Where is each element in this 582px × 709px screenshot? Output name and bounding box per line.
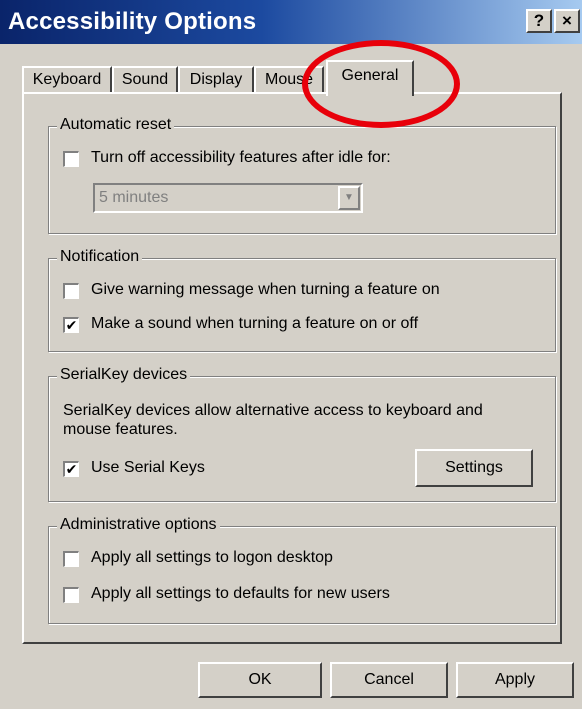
help-button[interactable]: ? [526,9,552,33]
sound-label: Make a sound when turning a feature on o… [91,315,419,332]
chevron-down-icon: ▼ [338,186,360,210]
sound-checkbox[interactable]: ✔ [63,317,79,333]
accessibility-options-dialog: Accessibility Options ? × Keyboard Sound… [0,0,582,709]
cancel-button[interactable]: Cancel [330,662,448,698]
tab-sound[interactable]: Sound [112,66,178,94]
administrative-options-group: Administrative options Apply all setting… [48,516,556,624]
settings-button[interactable]: Settings [415,449,533,487]
automatic-reset-legend: Automatic reset [57,116,175,134]
turn-off-label: Turn off accessibility features after id… [91,149,391,166]
tab-keyboard[interactable]: Keyboard [22,66,112,94]
logon-desktop-label: Apply all settings to logon desktop [91,549,333,566]
tab-mouse[interactable]: Mouse [254,66,324,94]
automatic-reset-group: Automatic reset Turn off accessibility f… [48,116,556,234]
administrative-options-legend: Administrative options [57,516,220,534]
idle-time-value: 5 minutes [99,189,169,206]
ok-button[interactable]: OK [198,662,322,698]
window-title: Accessibility Options [8,8,257,35]
tab-general[interactable]: General [326,60,414,96]
new-users-label: Apply all settings to defaults for new u… [91,585,390,602]
new-users-checkbox[interactable] [63,587,79,603]
serialkey-group: SerialKey devices SerialKey devices allo… [48,366,556,502]
serialkey-legend: SerialKey devices [57,366,191,384]
serialkey-description: SerialKey devices allow alternative acce… [63,402,483,438]
idle-time-select: 5 minutes ▼ [93,183,363,213]
logon-desktop-checkbox[interactable] [63,551,79,567]
title-bar[interactable]: Accessibility Options ? × [0,0,582,44]
general-tab-panel: Automatic reset Turn off accessibility f… [22,92,562,644]
notification-legend: Notification [57,248,143,266]
apply-button[interactable]: Apply [456,662,574,698]
turn-off-checkbox[interactable] [63,151,79,167]
close-button[interactable]: × [554,9,580,33]
tab-display[interactable]: Display [178,66,254,94]
warning-checkbox[interactable] [63,283,79,299]
notification-group: Notification Give warning message when t… [48,248,556,352]
warning-label: Give warning message when turning a feat… [91,281,440,298]
tab-strip: Keyboard Sound Display Mouse General [22,60,562,96]
use-serial-keys-label: Use Serial Keys [91,459,205,476]
use-serial-keys-checkbox[interactable]: ✔ [63,461,79,477]
